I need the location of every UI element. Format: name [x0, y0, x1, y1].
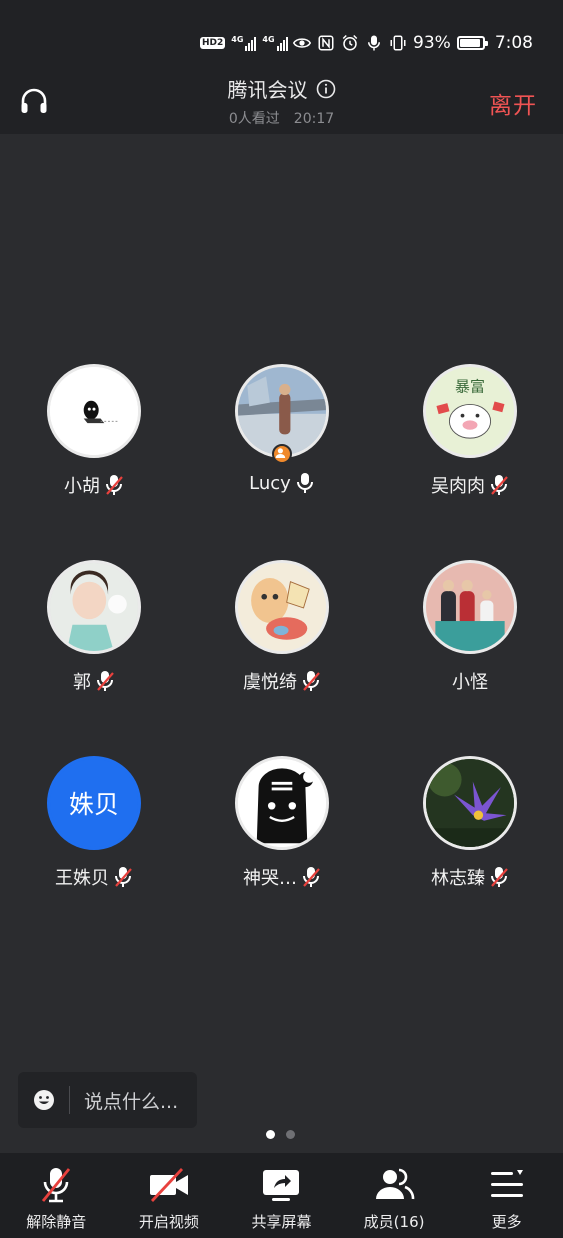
clock: 7:08 — [494, 33, 533, 53]
host-badge — [272, 444, 292, 464]
meeting-subtitle: 0人看过 20:17 — [0, 108, 563, 128]
mic-muted-icon — [303, 671, 320, 691]
members-icon — [376, 1168, 415, 1200]
family-photo-image — [426, 563, 514, 651]
person-photo-image — [238, 367, 326, 455]
more-menu-icon — [490, 1170, 523, 1197]
meeting-title-row[interactable]: 腾讯会议 — [228, 74, 336, 103]
name-row: 神哭… — [188, 864, 376, 890]
battery-fill — [459, 39, 481, 47]
share-screen-label: 共享屏幕 — [251, 1213, 312, 1231]
signal-2-icon: 4G — [262, 35, 288, 51]
name-row: 林志臻 — [376, 864, 563, 890]
alarm-icon — [342, 34, 358, 51]
avatar — [235, 560, 329, 654]
mic-muted-icon — [303, 867, 320, 887]
members-button[interactable]: 成员(16) — [338, 1153, 451, 1238]
net1-label: 4G — [231, 35, 244, 44]
name-row: 郭 — [0, 668, 188, 694]
mic-status-icon — [368, 35, 381, 51]
unmute-button[interactable]: 解除静音 — [0, 1153, 113, 1238]
avatar-text: 暴富 — [455, 377, 485, 395]
mic-muted-icon — [97, 671, 114, 691]
avatar — [423, 560, 517, 654]
mic-muted-icon — [491, 867, 508, 887]
status-bar: HD2 4G 4G 93% 7:08 — [0, 28, 563, 58]
more-label: 更多 — [491, 1213, 522, 1231]
name-row: 小怪 — [376, 668, 563, 694]
page-indicator — [266, 1130, 295, 1139]
person-icon — [275, 448, 286, 458]
meeting-duration: 20:17 — [293, 111, 335, 127]
status-right: 93% 7:08 — [293, 28, 533, 58]
title-block: 腾讯会议 0人看过 20:17 — [0, 74, 563, 128]
flower-photo-image — [426, 759, 514, 847]
participant-name: 小怪 — [452, 672, 488, 693]
chat-input[interactable]: 说点什么... — [18, 1072, 197, 1128]
emoji-icon[interactable] — [33, 1089, 55, 1111]
net2-label: 4G — [262, 35, 275, 44]
mic-on-icon — [296, 473, 313, 493]
start-video-button[interactable]: 开启视频 — [113, 1153, 226, 1238]
black-cartoon-image — [238, 759, 326, 847]
nfc-icon — [318, 35, 334, 51]
hd-badge: HD2 — [200, 37, 226, 49]
chat-divider — [69, 1086, 70, 1114]
sim-text: 2 — [217, 38, 224, 48]
info-icon[interactable] — [316, 79, 336, 99]
mic-muted-icon — [115, 867, 132, 887]
mic-muted-icon — [42, 1168, 71, 1203]
participant-name: 王姝贝 — [55, 868, 109, 889]
page-dot-active[interactable] — [266, 1130, 275, 1139]
drawing-image — [238, 563, 326, 651]
meeting-header: 腾讯会议 0人看过 20:17 离开 — [0, 70, 563, 130]
pig-cartoon-image: 暴富 — [426, 367, 514, 455]
name-row: 小胡 — [0, 472, 188, 498]
top-bar: HD2 4G 4G 93% 7:08 腾讯会议 0人看过 20:17 离开 — [0, 0, 563, 134]
video-off-icon — [149, 1168, 188, 1202]
name-row: 吴肉肉 — [376, 472, 563, 498]
mic-muted-icon — [106, 475, 123, 495]
share-screen-button[interactable]: 共享屏幕 — [225, 1153, 338, 1238]
chat-placeholder: 说点什么... — [84, 1090, 179, 1113]
participant-name: 郭 — [73, 672, 91, 693]
participant-name: 小胡 — [64, 476, 100, 497]
eye-icon — [293, 38, 312, 48]
unmute-label: 解除静音 — [26, 1213, 87, 1231]
more-button[interactable]: 更多 — [450, 1153, 563, 1238]
page-dot[interactable] — [286, 1130, 295, 1139]
avatar: 暴富 — [423, 364, 517, 458]
bottom-toolbar: 解除静音 开启视频 共享屏幕 成员(16) 更多 — [0, 1153, 563, 1238]
avatar — [423, 756, 517, 850]
avatar — [235, 756, 329, 850]
start-video-label: 开启视频 — [138, 1213, 199, 1231]
name-row: 王姝贝 — [0, 864, 188, 890]
share-screen-icon — [263, 1170, 300, 1201]
name-row: 虞悦绮 — [188, 668, 376, 694]
name-row: Lucy — [188, 472, 376, 494]
status-left: HD2 4G 4G — [200, 28, 288, 58]
meeting-title: 腾讯会议 — [227, 78, 308, 102]
battery-percent: 93% — [413, 33, 451, 53]
members-label: 成员(16) — [363, 1213, 425, 1231]
hd-text: HD — [202, 38, 218, 48]
vibrate-icon — [390, 35, 406, 51]
ninja-sticker-image — [50, 367, 138, 455]
participant-name: 吴肉肉 — [431, 476, 485, 497]
avatar: 姝贝 — [47, 756, 141, 850]
participant-name: Lucy — [249, 472, 291, 494]
participant-name: 神哭… — [243, 868, 297, 889]
mic-muted-icon — [491, 475, 508, 495]
avatar-text: 姝贝 — [68, 790, 119, 819]
viewers-count: 0人看过 — [228, 111, 280, 127]
battery-icon — [456, 36, 488, 50]
meeting-screen: HD2 4G 4G 93% 7:08 腾讯会议 0人看过 20:17 离开 小胡… — [0, 0, 563, 1238]
signal-1-icon: 4G — [231, 35, 257, 51]
child-photo-image — [50, 563, 138, 651]
participant-name: 林志臻 — [431, 868, 485, 889]
avatar — [47, 364, 141, 458]
participant-name: 虞悦绮 — [243, 672, 297, 693]
avatar — [47, 560, 141, 654]
leave-button[interactable]: 离开 — [489, 86, 537, 120]
